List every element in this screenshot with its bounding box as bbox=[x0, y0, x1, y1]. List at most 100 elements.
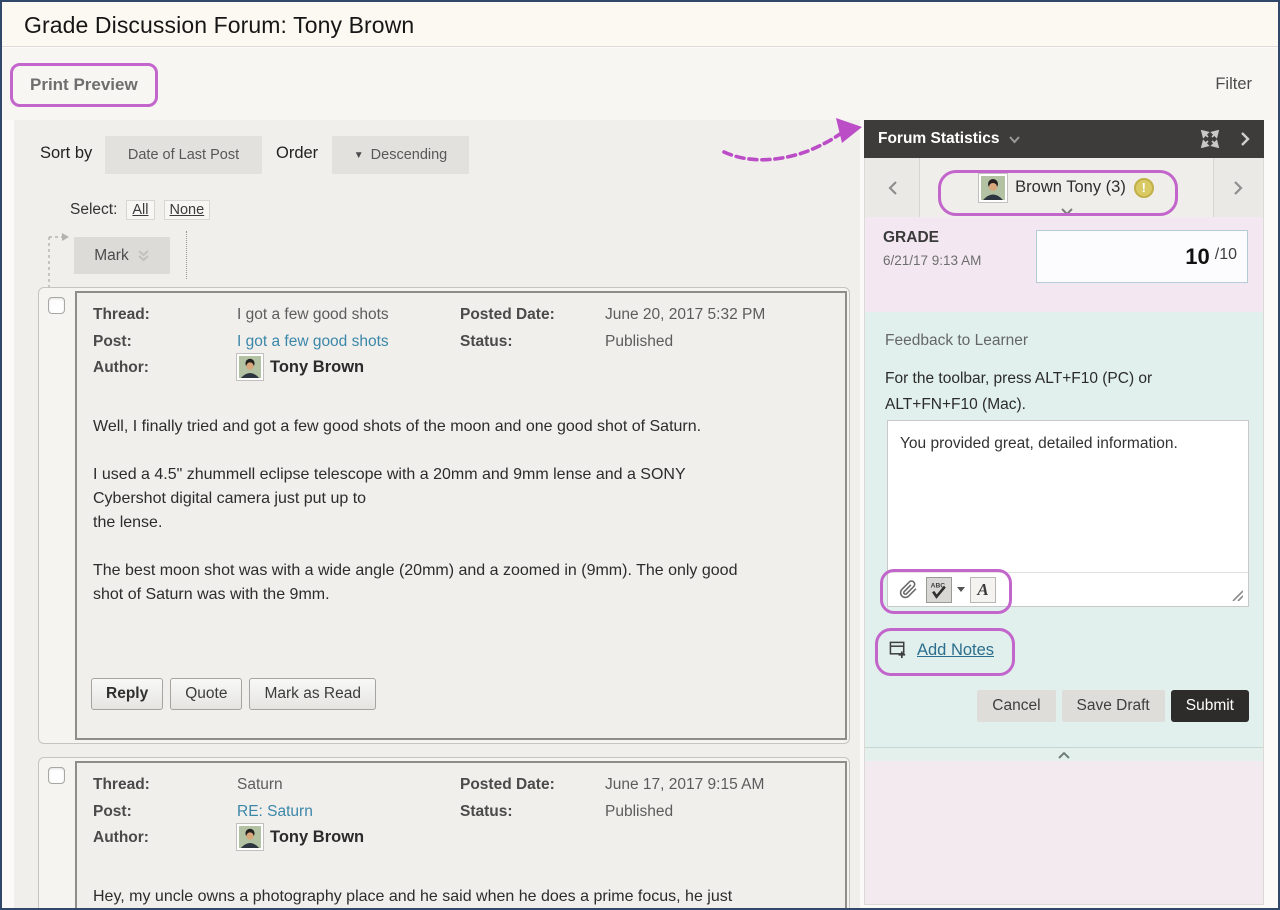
post-paragraph: Hey, my uncle owns a photography place a… bbox=[93, 885, 845, 909]
resize-grip-icon bbox=[1230, 588, 1243, 601]
post-label: Post: bbox=[93, 333, 132, 351]
post-paragraph: The best moon shot was with a wide angle… bbox=[93, 559, 845, 607]
post-checkbox[interactable] bbox=[48, 297, 65, 314]
filter-button[interactable]: Filter bbox=[1215, 75, 1252, 94]
author-label: Author: bbox=[93, 829, 149, 847]
thread-value: I got a few good shots bbox=[237, 306, 389, 324]
text-style-button[interactable]: A bbox=[970, 577, 996, 603]
next-student-button[interactable] bbox=[1213, 158, 1263, 217]
spell-check-icon: ABC bbox=[929, 580, 949, 600]
post-item-2: Thread: Saturn Posted Date: June 17, 201… bbox=[38, 757, 850, 910]
status-label: Status: bbox=[460, 333, 513, 351]
feedback-buttons: Cancel Save Draft Submit bbox=[977, 690, 1249, 722]
add-notes-icon bbox=[889, 640, 908, 660]
forum-statistics-header[interactable]: Forum Statistics bbox=[864, 120, 1264, 158]
quote-button[interactable]: Quote bbox=[170, 678, 242, 710]
page-title: Grade Discussion Forum: Tony Brown bbox=[24, 12, 414, 39]
author-name: Tony Brown bbox=[270, 358, 364, 377]
chevron-down-icon bbox=[1008, 135, 1021, 144]
title-band: Grade Discussion Forum: Tony Brown bbox=[2, 2, 1278, 47]
print-preview-button[interactable]: Print Preview bbox=[15, 68, 153, 102]
resize-handle[interactable] bbox=[1230, 588, 1243, 601]
chevron-right-icon bbox=[1233, 180, 1244, 196]
feedback-text: You provided great, detailed information… bbox=[888, 421, 1248, 467]
grading-sidebar: Forum Statistics bbox=[864, 120, 1264, 905]
posts-panel: Sort by Date of Last Post Order ▼ Descen… bbox=[14, 120, 860, 908]
author-avatar bbox=[237, 824, 263, 850]
collapse-panel-chevron-icon[interactable] bbox=[1240, 131, 1250, 147]
grade-discussion-window: Grade Discussion Forum: Tony Brown Print… bbox=[0, 0, 1280, 910]
thread-label: Thread: bbox=[93, 306, 150, 324]
descending-icon: ▼ bbox=[354, 150, 364, 161]
select-row: Select: All None bbox=[70, 200, 210, 220]
author-label: Author: bbox=[93, 359, 149, 377]
posted-date-label: Posted Date: bbox=[460, 306, 555, 324]
grade-date: 6/21/17 9:13 AM bbox=[883, 253, 981, 268]
save-draft-button[interactable]: Save Draft bbox=[1062, 690, 1165, 722]
order-button[interactable]: ▼ Descending bbox=[332, 136, 469, 174]
add-notes-link[interactable]: Add Notes bbox=[917, 641, 994, 660]
author-name: Tony Brown bbox=[270, 828, 364, 847]
student-navigation: Brown Tony (3) ! bbox=[865, 158, 1263, 217]
submit-button[interactable]: Submit bbox=[1171, 690, 1249, 722]
post-paragraph: I used a 4.5" zhummell eclipse telescope… bbox=[93, 463, 845, 535]
post-item-1: Thread: I got a few good shots Posted Da… bbox=[38, 287, 850, 744]
post-actions: Reply Quote Mark as Read bbox=[91, 678, 376, 710]
paperclip-icon bbox=[899, 580, 918, 599]
post-link[interactable]: RE: Saturn bbox=[237, 803, 313, 821]
posted-date-value: June 17, 2017 9:15 AM bbox=[605, 776, 764, 794]
caret-down-icon bbox=[957, 587, 965, 592]
grade-section: GRADE 6/21/17 9:13 AM 10 /10 bbox=[865, 217, 1263, 312]
previous-student-button[interactable] bbox=[865, 158, 920, 217]
chevron-up-icon bbox=[1057, 751, 1071, 759]
toolbar-separator bbox=[186, 231, 187, 279]
post-checkbox[interactable] bbox=[48, 767, 65, 784]
author-avatar bbox=[237, 354, 263, 380]
select-all-link[interactable]: All bbox=[126, 200, 154, 220]
select-none-link[interactable]: None bbox=[164, 200, 211, 220]
order-value: Descending bbox=[371, 147, 448, 163]
grade-out-of: /10 bbox=[1215, 246, 1237, 264]
toolbar-hint: For the toolbar, press ALT+F10 (PC) or A… bbox=[885, 366, 1225, 418]
status-label: Status: bbox=[460, 803, 513, 821]
post-body: Well, I finally tried and got a few good… bbox=[93, 415, 845, 631]
double-chevron-down-icon bbox=[137, 249, 150, 262]
sort-by-value: Date of Last Post bbox=[128, 147, 239, 163]
student-avatar bbox=[979, 174, 1007, 202]
collapse-strip[interactable] bbox=[865, 747, 1263, 761]
forum-statistics-title: Forum Statistics bbox=[878, 130, 999, 148]
needs-grading-icon: ! bbox=[1134, 178, 1154, 198]
grade-score: 10 bbox=[1185, 244, 1209, 270]
mark-button-label: Mark bbox=[94, 247, 128, 265]
cancel-button[interactable]: Cancel bbox=[977, 690, 1055, 722]
mark-as-read-button[interactable]: Mark as Read bbox=[249, 678, 375, 710]
collapsed-section bbox=[865, 761, 1263, 904]
post-link[interactable]: I got a few good shots bbox=[237, 333, 389, 351]
chevron-down-icon bbox=[1060, 208, 1074, 216]
spell-check-button[interactable]: ABC bbox=[926, 577, 952, 603]
chevron-left-icon bbox=[887, 180, 898, 196]
expand-icon[interactable] bbox=[1200, 129, 1220, 149]
mark-button[interactable]: Mark bbox=[74, 237, 170, 274]
reply-button[interactable]: Reply bbox=[91, 678, 163, 710]
spell-check-dropdown[interactable] bbox=[957, 587, 965, 592]
grade-input[interactable]: 10 /10 bbox=[1036, 230, 1248, 283]
post-content: Thread: I got a few good shots Posted Da… bbox=[75, 291, 847, 740]
print-preview-highlight: Print Preview bbox=[10, 63, 158, 107]
post-paragraph: Well, I finally tried and got a few good… bbox=[93, 415, 845, 439]
feedback-label: Feedback to Learner bbox=[885, 332, 1028, 350]
action-bar: Print Preview Filter bbox=[2, 48, 1278, 120]
status-value: Published bbox=[605, 803, 673, 821]
posted-date-label: Posted Date: bbox=[460, 776, 555, 794]
thread-label: Thread: bbox=[93, 776, 150, 794]
add-notes[interactable]: Add Notes bbox=[889, 640, 994, 660]
tree-elbow-arrow-icon bbox=[44, 231, 74, 293]
order-label: Order bbox=[276, 144, 318, 163]
attach-file-button[interactable] bbox=[895, 577, 921, 603]
feedback-editor[interactable]: You provided great, detailed information… bbox=[887, 420, 1249, 607]
sort-by-button[interactable]: Date of Last Post bbox=[105, 136, 262, 174]
post-label: Post: bbox=[93, 803, 132, 821]
feedback-section: Feedback to Learner For the toolbar, pre… bbox=[865, 312, 1263, 747]
post-content: Thread: Saturn Posted Date: June 17, 201… bbox=[75, 761, 847, 910]
student-selector[interactable]: Brown Tony (3) ! bbox=[920, 158, 1213, 217]
